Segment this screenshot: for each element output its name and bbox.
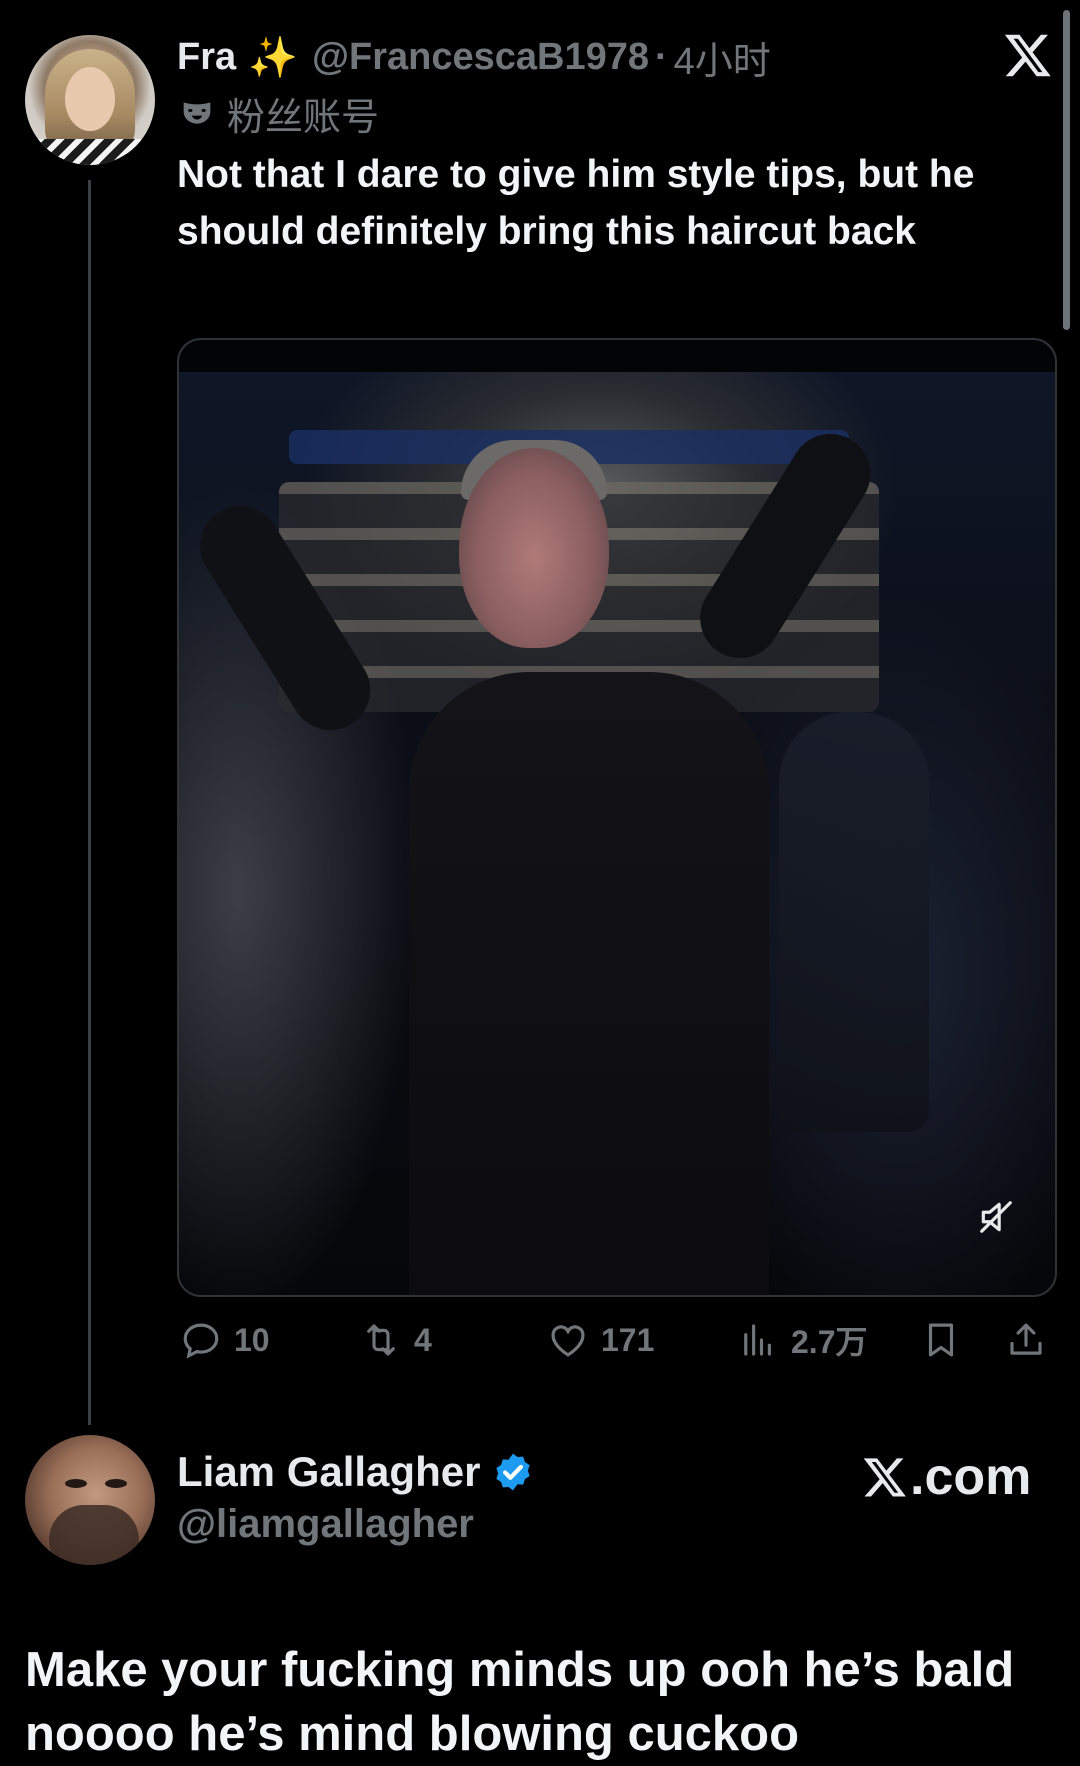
x-logo-icon (1004, 34, 1051, 77)
tweet1-separator: · (655, 35, 668, 78)
avatar-beard (49, 1505, 139, 1565)
views-icon (744, 1324, 771, 1356)
bookmark-icon (928, 1323, 954, 1357)
fan-account-badge: 粉丝账号 (181, 88, 380, 139)
avatar-eye (65, 1479, 87, 1488)
video-person-body (409, 672, 769, 1295)
share-button[interactable] (1005, 1315, 1059, 1365)
sparkle-icon: ✨ (248, 35, 298, 80)
reply-count: 10 (234, 1321, 270, 1358)
tweet2-handle[interactable]: @liamgallagher (177, 1502, 474, 1547)
repost-button[interactable]: 4 (360, 1315, 432, 1365)
video-bystander (779, 712, 929, 1132)
tweet1-timestamp[interactable]: 4小时 (674, 30, 771, 85)
avatar-eye (105, 1479, 127, 1488)
x-logo-icon (863, 1458, 906, 1497)
bookmark-button[interactable] (920, 1315, 974, 1365)
like-count: 171 (601, 1321, 655, 1358)
tweet1-video[interactable] (177, 338, 1057, 1297)
tweet2-display-name[interactable]: Liam Gallagher (177, 1448, 480, 1496)
tweet1-handle[interactable]: @FrancescaB1978 (312, 36, 649, 79)
avatar-shirt (25, 139, 155, 165)
share-icon (1010, 1323, 1042, 1355)
reply-icon (183, 1323, 219, 1359)
verified-badge-icon (496, 1453, 531, 1491)
tweet1-header: Fra ✨ @FrancescaB1978 · 4小时 (177, 30, 771, 84)
source-domain: .com (910, 1448, 1032, 1506)
source-x-com: .com (862, 1447, 1031, 1507)
avatar-liam[interactable] (25, 1435, 155, 1565)
video-scene (179, 372, 1055, 1295)
reply-button[interactable]: 10 (180, 1315, 270, 1365)
views-count: 2.7万 (791, 1324, 868, 1360)
repost-icon (367, 1324, 395, 1356)
like-button[interactable]: 171 (547, 1315, 654, 1365)
tweet1-text: Not that I dare to give him style tips, … (177, 153, 975, 253)
repost-count: 4 (414, 1321, 432, 1358)
tweet1-display-name[interactable]: Fra (177, 36, 236, 79)
fan-mask-icon (183, 102, 211, 124)
views-button[interactable]: 2.7万 (737, 1315, 868, 1365)
heart-icon (551, 1325, 585, 1357)
avatar-francesca[interactable] (25, 35, 155, 165)
scrollbar[interactable] (1063, 10, 1070, 330)
mute-icon[interactable] (977, 1198, 1015, 1236)
avatar-face (65, 67, 115, 131)
tweet2-text: Make your fucking minds up ooh he’s bald… (25, 1643, 1015, 1761)
tweet2-header: Liam Gallagher (177, 1444, 534, 1500)
fan-account-label: 粉丝账号 (227, 96, 380, 139)
thread-line (88, 180, 91, 1425)
video-person-head (459, 448, 609, 648)
